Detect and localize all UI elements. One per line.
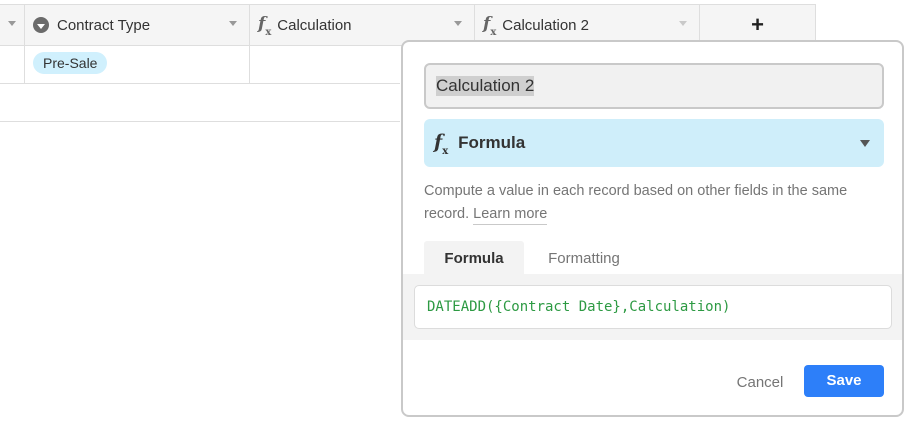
column-header-label: Contract Type xyxy=(57,16,151,34)
formula-icon: fx xyxy=(483,13,497,39)
field-config-dialog: Calculation 2 fx Formula Compute a value… xyxy=(401,40,904,417)
cancel-button[interactable]: Cancel xyxy=(729,367,791,399)
chevron-down-icon[interactable] xyxy=(8,21,16,26)
chevron-down-icon[interactable] xyxy=(229,21,237,26)
formula-icon: fx xyxy=(258,13,272,39)
chevron-down-icon xyxy=(860,140,870,147)
column-header-calculation-2[interactable]: fx Calculation 2 xyxy=(475,5,700,45)
chevron-down-icon[interactable] xyxy=(454,21,462,26)
formula-input[interactable]: DATEADD({Contract Date},Calculation) xyxy=(414,285,892,329)
formula-icon: fx xyxy=(434,130,449,158)
select-option-pill: Pre-Sale xyxy=(33,52,108,74)
learn-more-link[interactable]: Learn more xyxy=(473,206,548,225)
table-cell-calculation[interactable] xyxy=(250,44,400,83)
table-row-empty[interactable] xyxy=(0,84,400,122)
plus-icon: + xyxy=(751,12,764,37)
chevron-down-icon[interactable] xyxy=(679,21,687,26)
add-column-button[interactable]: + xyxy=(700,5,816,45)
column-header-label: Calculation xyxy=(277,16,352,34)
field-type-description: Compute a value in each record based on … xyxy=(424,180,879,226)
column-header-calculation[interactable]: fx Calculation xyxy=(250,5,475,45)
field-name-input[interactable]: Calculation 2 xyxy=(424,63,884,109)
tab-formula[interactable]: Formula xyxy=(424,241,524,274)
field-type-label: Formula xyxy=(458,133,526,152)
formula-editor-area: DATEADD({Contract Date},Calculation) xyxy=(403,274,902,340)
tab-formatting[interactable]: Formatting xyxy=(528,241,640,274)
save-button[interactable]: Save xyxy=(804,365,884,397)
column-header-partial[interactable] xyxy=(0,5,25,45)
column-header-label: Calculation 2 xyxy=(502,16,590,34)
field-type-select[interactable]: fx Formula xyxy=(424,119,884,167)
single-select-icon xyxy=(33,17,49,33)
table-row[interactable]: Pre-Sale xyxy=(0,44,400,84)
config-tabs: Formula Formatting xyxy=(403,241,902,274)
field-name-text: Calculation 2 xyxy=(436,76,535,96)
column-header-contract-type[interactable]: Contract Type xyxy=(25,5,250,45)
table-cell[interactable] xyxy=(0,44,25,83)
table-cell-contract-type[interactable]: Pre-Sale xyxy=(25,44,250,83)
